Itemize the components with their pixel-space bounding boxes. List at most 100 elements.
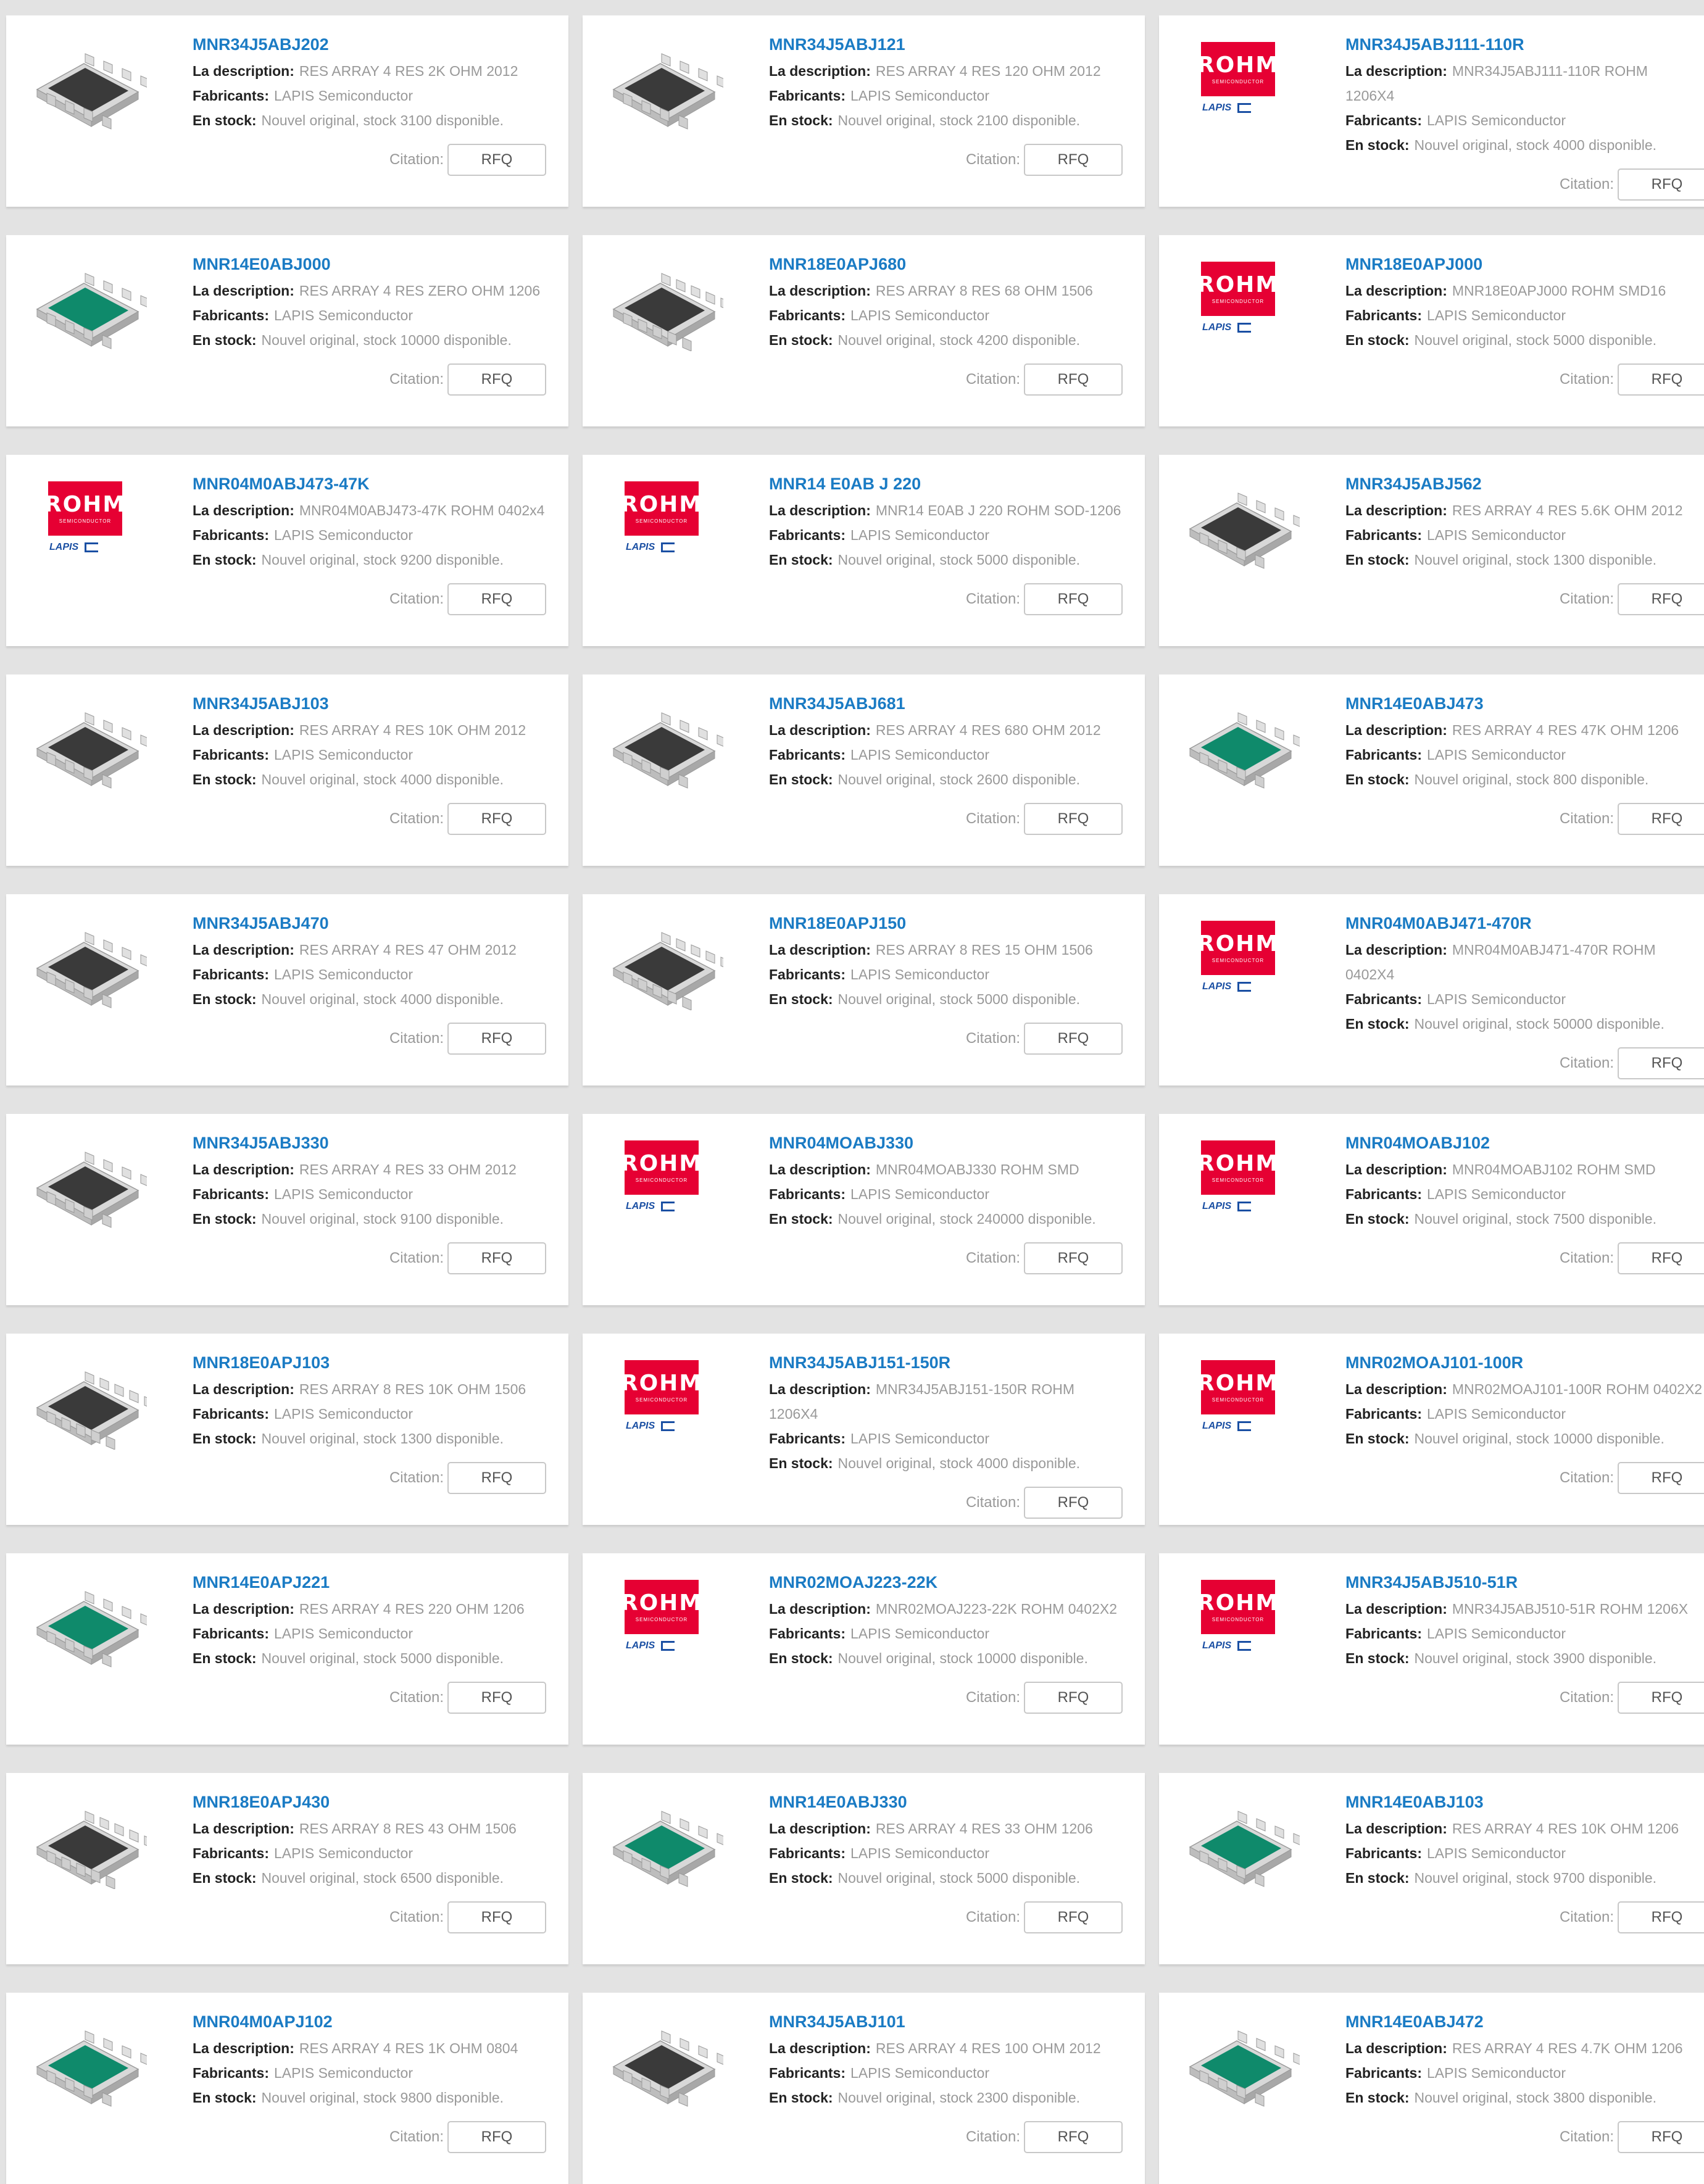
product-thumbnail[interactable] [600, 692, 723, 791]
part-number-link[interactable]: MNR04M0ABJ471-470R [1345, 913, 1704, 934]
stock-label: En stock: [193, 991, 257, 1007]
part-number-link[interactable]: MNR04M0APJ102 [193, 2011, 568, 2032]
product-thumbnail[interactable]: ROHM SEMICONDUCTOR LAPIS [1176, 1571, 1300, 1669]
product-thumbnail[interactable] [600, 911, 723, 1010]
part-number-link[interactable]: MNR18E0APJ680 [769, 254, 1145, 275]
product-card: ROHM SEMICONDUCTOR LAPIS MNR02MOAJ223-22… [583, 1553, 1145, 1745]
part-number-link[interactable]: MNR34J5ABJ202 [193, 34, 568, 55]
rfq-button[interactable]: RFQ [1618, 1047, 1704, 1079]
description-label: La description: [769, 63, 871, 79]
product-thumbnail[interactable]: ROHM SEMICONDUCTOR LAPIS [1176, 1351, 1300, 1450]
part-number-link[interactable]: MNR04MOABJ330 [769, 1132, 1145, 1153]
product-thumbnail[interactable] [1176, 1790, 1300, 1889]
rfq-button[interactable]: RFQ [447, 144, 546, 176]
part-number-link[interactable]: MNR18E0APJ430 [193, 1792, 568, 1812]
part-number-link[interactable]: MNR14E0ABJ473 [1345, 693, 1704, 714]
part-number-link[interactable]: MNR14 E0AB J 220 [769, 473, 1145, 494]
rfq-button[interactable]: RFQ [1024, 1487, 1123, 1519]
rfq-button[interactable]: RFQ [1618, 168, 1704, 201]
product-thumbnail[interactable] [23, 692, 147, 791]
part-number-link[interactable]: MNR34J5ABJ111-110R [1345, 34, 1704, 55]
rohm-subtitle: SEMICONDUCTOR [1212, 298, 1265, 304]
rfq-button[interactable]: RFQ [1618, 1682, 1704, 1714]
part-number-link[interactable]: MNR34J5ABJ681 [769, 693, 1145, 714]
part-number-link[interactable]: MNR14E0ABJ000 [193, 254, 568, 275]
rfq-button[interactable]: RFQ [1024, 1242, 1123, 1274]
product-thumbnail[interactable]: ROHM SEMICONDUCTOR LAPIS [1176, 911, 1300, 1010]
part-number-link[interactable]: MNR14E0ABJ472 [1345, 2011, 1704, 2032]
part-number-link[interactable]: MNR02MOAJ101-100R [1345, 1352, 1704, 1373]
part-number-link[interactable]: MNR34J5ABJ151-150R [769, 1352, 1145, 1373]
rfq-button[interactable]: RFQ [1618, 1462, 1704, 1494]
rfq-button[interactable]: RFQ [1024, 363, 1123, 396]
product-thumbnail[interactable] [23, 1351, 147, 1450]
citation-label: Citation: [965, 1909, 1020, 1925]
part-number-link[interactable]: MNR04MOABJ102 [1345, 1132, 1704, 1153]
product-thumbnail[interactable] [600, 1790, 723, 1889]
product-thumbnail[interactable] [1176, 472, 1300, 571]
product-thumbnail[interactable]: ROHM SEMICONDUCTOR LAPIS [600, 1351, 723, 1450]
part-number-link[interactable]: MNR14E0ABJ330 [769, 1792, 1145, 1812]
part-number-link[interactable]: MNR34J5ABJ470 [193, 913, 568, 934]
part-number-link[interactable]: MNR34J5ABJ562 [1345, 473, 1704, 494]
part-number-link[interactable]: MNR14E0ABJ103 [1345, 1792, 1704, 1812]
product-thumbnail[interactable] [600, 33, 723, 131]
product-thumbnail[interactable] [600, 2010, 723, 2109]
product-info: MNR14E0ABJ103 La description: RES ARRAY 4… [1345, 1792, 1704, 1890]
product-thumbnail[interactable]: ROHM SEMICONDUCTOR LAPIS [1176, 252, 1300, 351]
rfq-button[interactable]: RFQ [447, 1462, 546, 1494]
rfq-button[interactable]: RFQ [447, 2121, 546, 2153]
part-number-link[interactable]: MNR18E0APJ150 [769, 913, 1145, 934]
part-number-link[interactable]: MNR34J5ABJ101 [769, 2011, 1145, 2032]
product-thumbnail[interactable] [23, 1131, 147, 1230]
rfq-button[interactable]: RFQ [1618, 583, 1704, 615]
rfq-button[interactable]: RFQ [1618, 803, 1704, 835]
rfq-button[interactable]: RFQ [447, 1242, 546, 1274]
rfq-button[interactable]: RFQ [447, 1682, 546, 1714]
product-thumbnail[interactable] [23, 2010, 147, 2109]
rfq-button[interactable]: RFQ [447, 583, 546, 615]
product-thumbnail[interactable]: ROHM SEMICONDUCTOR LAPIS [600, 1131, 723, 1230]
product-thumbnail[interactable]: ROHM SEMICONDUCTOR LAPIS [1176, 1131, 1300, 1230]
product-thumbnail[interactable]: ROHM SEMICONDUCTOR LAPIS [1176, 33, 1300, 131]
part-number-link[interactable]: MNR02MOAJ223-22K [769, 1572, 1145, 1593]
rfq-button[interactable]: RFQ [1024, 144, 1123, 176]
product-thumbnail[interactable] [1176, 2010, 1300, 2109]
rfq-button[interactable]: RFQ [1618, 1242, 1704, 1274]
rfq-button[interactable]: RFQ [1024, 583, 1123, 615]
rfq-button[interactable]: RFQ [447, 363, 546, 396]
part-number-link[interactable]: MNR34J5ABJ121 [769, 34, 1145, 55]
product-thumbnail[interactable] [23, 33, 147, 131]
product-thumbnail[interactable] [23, 1571, 147, 1669]
product-thumbnail[interactable]: ROHM SEMICONDUCTOR LAPIS [23, 472, 147, 571]
rfq-button[interactable]: RFQ [1618, 2121, 1704, 2153]
rfq-button[interactable]: RFQ [1618, 1901, 1704, 1933]
part-number-link[interactable]: MNR18E0APJ103 [193, 1352, 568, 1373]
part-number-link[interactable]: MNR34J5ABJ103 [193, 693, 568, 714]
rfq-button[interactable]: RFQ [447, 1023, 546, 1055]
rfq-button[interactable]: RFQ [1024, 1023, 1123, 1055]
product-thumbnail[interactable]: ROHM SEMICONDUCTOR LAPIS [600, 472, 723, 571]
product-thumbnail[interactable] [600, 252, 723, 351]
rfq-button[interactable]: RFQ [447, 803, 546, 835]
rfq-button[interactable]: RFQ [1618, 363, 1704, 396]
stock-row: En stock: Nouvel original, stock 4200 dis… [769, 328, 1145, 352]
product-thumbnail[interactable] [23, 252, 147, 351]
description-value: RES ARRAY 4 RES 680 OHM 2012 [875, 722, 1101, 738]
rfq-button[interactable]: RFQ [1024, 1682, 1123, 1714]
product-thumbnail[interactable] [1176, 692, 1300, 791]
product-thumbnail[interactable]: ROHM SEMICONDUCTOR LAPIS [600, 1571, 723, 1669]
citation-label: Citation: [965, 1250, 1020, 1266]
stock-row: En stock: Nouvel original, stock 4000 dis… [1345, 133, 1704, 157]
product-thumbnail[interactable] [23, 1790, 147, 1889]
rfq-button[interactable]: RFQ [1024, 2121, 1123, 2153]
part-number-link[interactable]: MNR14E0APJ221 [193, 1572, 568, 1593]
part-number-link[interactable]: MNR34J5ABJ330 [193, 1132, 568, 1153]
rfq-button[interactable]: RFQ [1024, 1901, 1123, 1933]
rfq-button[interactable]: RFQ [447, 1901, 546, 1933]
part-number-link[interactable]: MNR18E0APJ000 [1345, 254, 1704, 275]
product-thumbnail[interactable] [23, 911, 147, 1010]
rfq-button[interactable]: RFQ [1024, 803, 1123, 835]
part-number-link[interactable]: MNR04M0ABJ473-47K [193, 473, 568, 494]
part-number-link[interactable]: MNR34J5ABJ510-51R [1345, 1572, 1704, 1593]
